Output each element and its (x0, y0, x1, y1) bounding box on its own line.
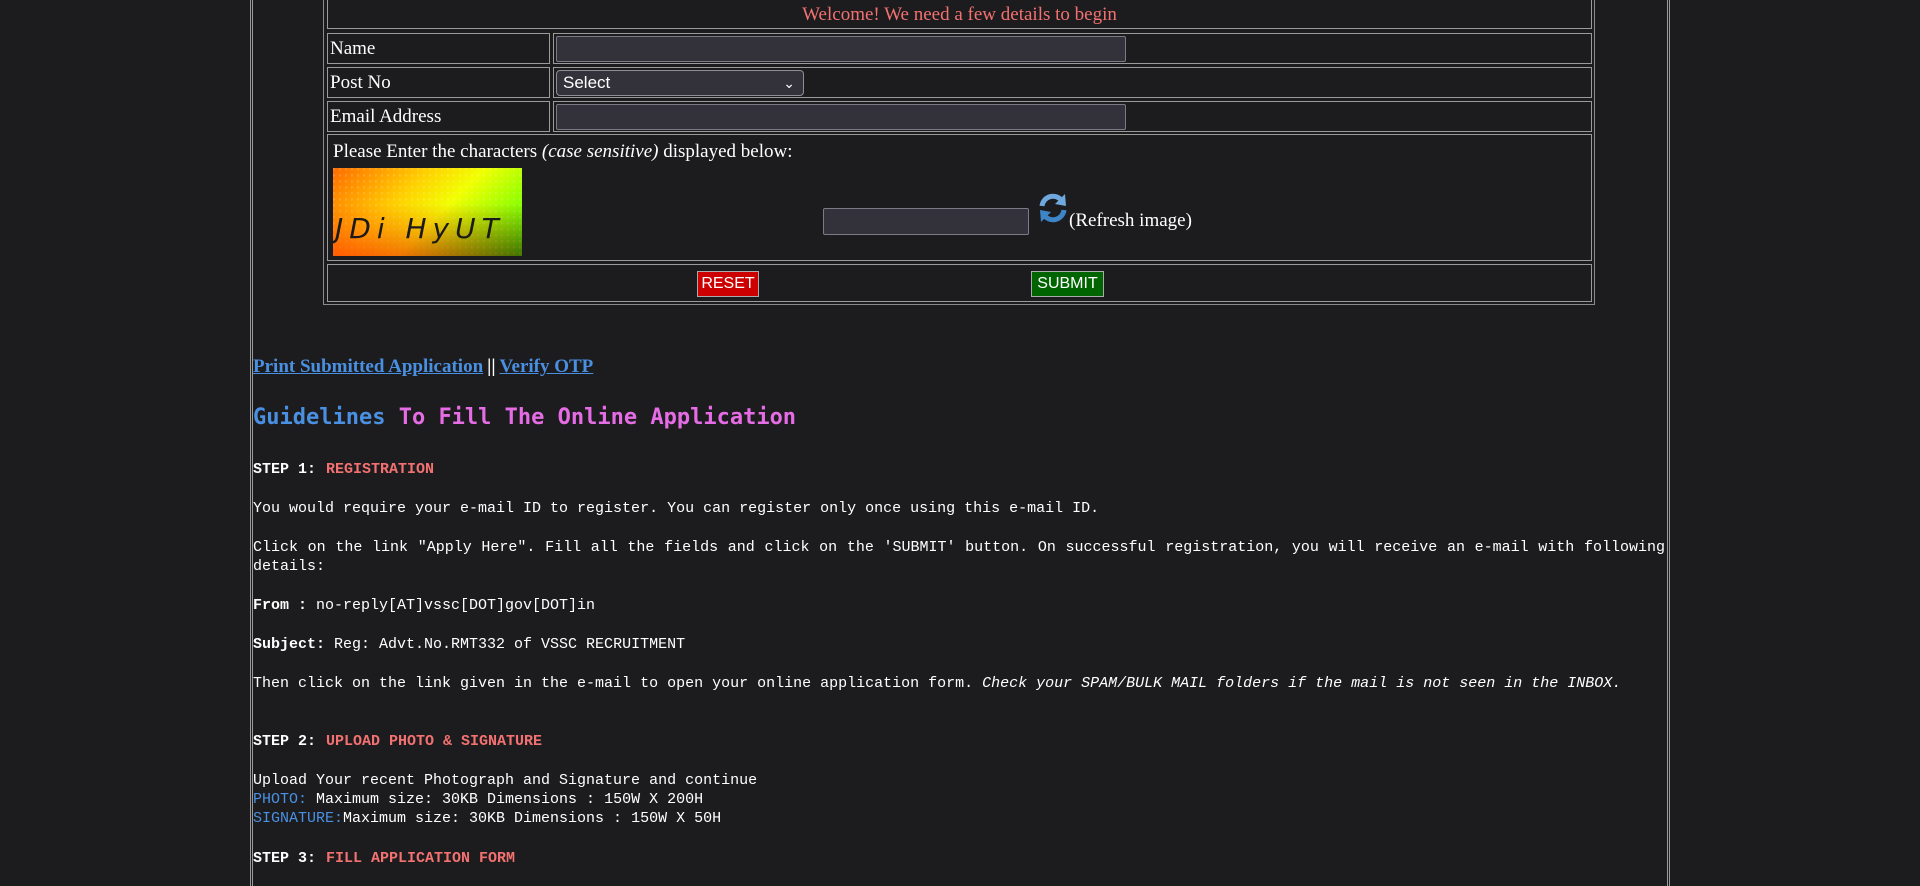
reset-button[interactable]: RESET (697, 271, 759, 297)
signature-label: SIGNATURE: (253, 810, 344, 827)
spam-folder-note: Check your SPAM/BULK MAIL folders if the… (982, 675, 1622, 692)
step1-paragraph-3: Then click on the link given in the e-ma… (253, 674, 1665, 693)
guidelines-heading-rest: To Fill The Online Application (398, 405, 797, 430)
email-subject-line: Subject: Reg: Advt.No.RMT332 of VSSC REC… (253, 635, 1665, 654)
application-links: Print Submitted Application || Verify OTP (253, 356, 593, 378)
links-separator: || (487, 356, 496, 377)
subject-label: Subject: (253, 636, 326, 653)
email-from-line: From : no-reply[AT]vssc[DOT]gov[DOT]in (253, 596, 1665, 615)
step2-name: UPLOAD PHOTO & SIGNATURE (326, 733, 543, 750)
step2-label: STEP 2: (253, 733, 317, 750)
step1-paragraph-1: You would require your e-mail ID to regi… (253, 500, 1100, 517)
subject-value: Reg: Advt.No.RMT332 of VSSC RECRUITMENT (325, 636, 686, 653)
guidelines-heading: Guidelines To Fill The Online Applicatio… (253, 405, 796, 430)
post-no-label: Post No (327, 67, 550, 98)
email-label: Email Address (327, 101, 550, 132)
step2-heading: STEP 2: UPLOAD PHOTO & SIGNATURE (253, 732, 1665, 751)
from-value: no-reply[AT]vssc[DOT]gov[DOT]in (307, 597, 596, 614)
post-no-field-cell: Select ⌄ (553, 67, 1592, 98)
step1-label: STEP 1: (253, 461, 317, 478)
step1-name: REGISTRATION (326, 461, 435, 478)
form-buttons-row: RESET SUBMIT (327, 264, 1592, 302)
signature-spec: SIGNATURE:Maximum size: 30KB Dimensions … (253, 809, 1665, 828)
captcha-input[interactable] (823, 208, 1029, 235)
post-no-select[interactable]: Select ⌄ (556, 70, 804, 96)
name-field-cell (553, 33, 1592, 64)
submit-button[interactable]: SUBMIT (1031, 271, 1104, 297)
refresh-image-link[interactable]: (Refresh image) (1069, 210, 1192, 232)
refresh-icon[interactable] (1036, 191, 1070, 225)
captcha-image: JDi HyUT (333, 168, 522, 256)
step3-label: STEP 3: (253, 850, 317, 867)
step3-heading: STEP 3: FILL APPLICATION FORM (253, 849, 1665, 868)
photo-value: Maximum size: 30KB Dimensions : 150W X 2… (307, 791, 704, 808)
chevron-down-icon: ⌄ (783, 75, 795, 91)
signature-value: Maximum size: 30KB Dimensions : 150W X 5… (343, 810, 722, 827)
welcome-message: Welcome! We need a few details to begin (327, 0, 1592, 29)
post-no-selected-value: Select (563, 73, 611, 92)
captcha-section: Please Enter the characters (case sensit… (327, 134, 1592, 261)
captcha-prompt-suffix: displayed below: (658, 141, 793, 162)
print-application-link[interactable]: Print Submitted Application (253, 356, 483, 377)
email-input[interactable] (556, 104, 1126, 130)
captcha-characters: JDi HyUT (335, 212, 505, 245)
captcha-case-note: (case sensitive) (541, 141, 659, 162)
step3-name: FILL APPLICATION FORM (326, 850, 516, 867)
captcha-prompt: Please Enter the characters (case sensit… (333, 141, 793, 163)
name-label: Name (327, 33, 550, 64)
captcha-prompt-prefix: Please Enter the characters (333, 141, 542, 162)
name-input[interactable] (556, 36, 1126, 62)
step2-paragraph: Upload Your recent Photograph and Signat… (253, 771, 1665, 828)
open-form-instruction: Then click on the link given in the e-ma… (253, 675, 983, 692)
guidelines-heading-word: Guidelines (253, 405, 386, 430)
step1-heading: STEP 1: REGISTRATION (253, 460, 1665, 479)
verify-otp-link[interactable]: Verify OTP (500, 356, 594, 377)
photo-spec: PHOTO: Maximum size: 30KB Dimensions : 1… (253, 790, 1665, 809)
from-label: From : (253, 597, 308, 614)
step1-paragraph-2: Click on the link "Apply Here". Fill all… (253, 539, 1665, 575)
upload-instruction: Upload Your recent Photograph and Signat… (253, 772, 758, 789)
photo-label: PHOTO: (253, 791, 308, 808)
email-field-cell (553, 101, 1592, 132)
